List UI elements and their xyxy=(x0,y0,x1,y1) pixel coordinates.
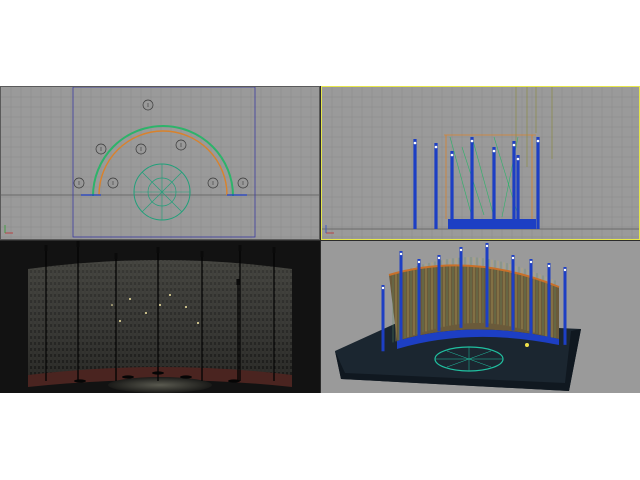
column[interactable] xyxy=(536,137,540,229)
viewport-front[interactable] xyxy=(321,86,640,240)
column[interactable] xyxy=(492,147,496,229)
spotlight-icon xyxy=(76,241,80,247)
column[interactable] xyxy=(381,285,385,352)
column[interactable] xyxy=(547,263,551,340)
wall-base[interactable] xyxy=(448,219,536,229)
pole-base xyxy=(152,371,164,375)
omni-light-icon xyxy=(492,149,496,153)
spotlight-icon xyxy=(44,245,48,251)
camera-render-canvas xyxy=(0,241,320,393)
viewport-divider[interactable] xyxy=(320,86,321,393)
column[interactable] xyxy=(512,141,516,229)
omni-light-icon xyxy=(529,260,533,264)
spotlight-icon xyxy=(272,247,276,253)
column[interactable] xyxy=(511,255,515,331)
omni-light-icon xyxy=(536,139,540,143)
column[interactable] xyxy=(417,259,421,337)
pole-base xyxy=(180,375,192,379)
omni-light-icon xyxy=(547,264,551,268)
light-marker xyxy=(525,343,529,347)
column[interactable] xyxy=(516,155,520,229)
omni-light-icon xyxy=(417,260,421,264)
omni-light-icon xyxy=(434,145,438,149)
column[interactable] xyxy=(563,267,567,345)
floor-pattern xyxy=(134,164,190,220)
viewport-camera[interactable] xyxy=(0,241,320,393)
omni-light-icon xyxy=(413,141,417,145)
omni-light-icon xyxy=(437,256,441,260)
spotlight-icon xyxy=(200,251,204,257)
pole-base xyxy=(228,379,240,383)
column[interactable] xyxy=(399,251,403,342)
column[interactable] xyxy=(413,139,417,229)
spotlight-icon xyxy=(156,247,160,253)
water-drops-texture xyxy=(28,260,292,379)
omni-light-icon xyxy=(399,252,403,256)
spotlight-icon xyxy=(238,245,242,251)
omni-light-icon xyxy=(563,268,567,272)
perspective-canvas xyxy=(321,241,640,393)
front-view-canvas xyxy=(322,87,639,239)
column[interactable] xyxy=(485,243,489,328)
spotlight-icon xyxy=(236,279,240,285)
omni-light-icon xyxy=(381,286,385,290)
column[interactable] xyxy=(459,247,463,328)
omni-light-icon xyxy=(470,139,474,143)
pole-base xyxy=(74,379,86,383)
column[interactable] xyxy=(450,151,454,229)
column[interactable] xyxy=(470,137,474,229)
column[interactable] xyxy=(434,143,438,229)
viewport-top[interactable] xyxy=(0,86,320,240)
omni-light-icon xyxy=(511,256,515,260)
omni-light-icon xyxy=(516,157,520,161)
column[interactable] xyxy=(529,259,533,335)
pole-base xyxy=(122,375,134,379)
omni-light-icon xyxy=(450,153,454,157)
column[interactable] xyxy=(437,255,441,332)
omni-light-icon xyxy=(485,244,489,248)
viewport-perspective[interactable] xyxy=(321,241,640,393)
floor-pool xyxy=(108,377,212,393)
omni-light-icon xyxy=(459,248,463,252)
omni-light-icon xyxy=(512,143,516,147)
spotlight-icon xyxy=(114,253,118,259)
top-view-canvas xyxy=(1,87,319,239)
